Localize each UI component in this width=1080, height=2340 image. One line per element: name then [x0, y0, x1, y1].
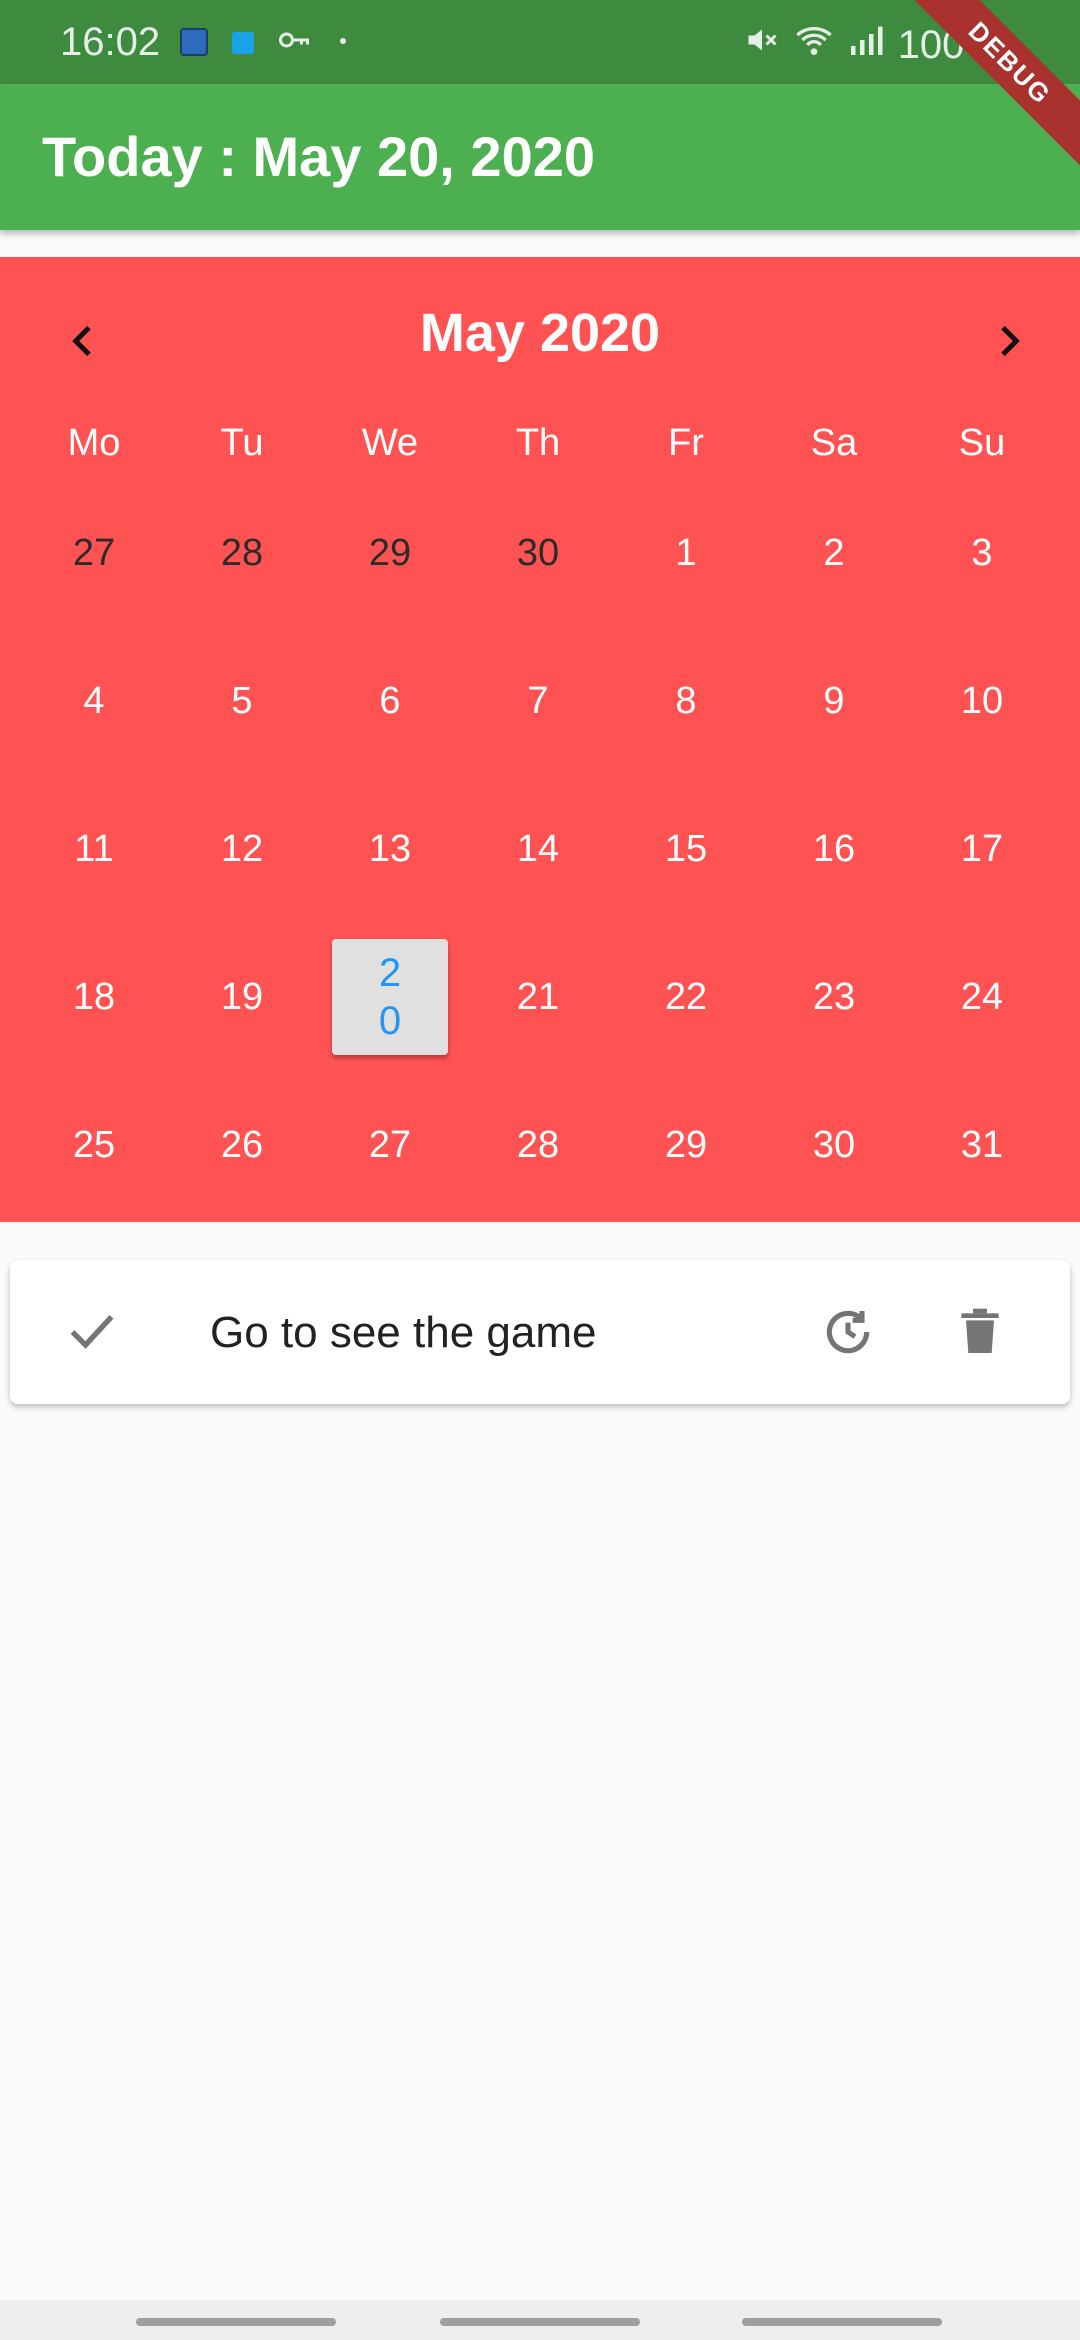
delete-task-button[interactable] — [952, 1304, 1008, 1365]
calendar-day[interactable]: 15 — [612, 775, 760, 923]
calendar-day[interactable]: 2 — [760, 479, 908, 627]
calendar-day[interactable]: 29 — [612, 1071, 760, 1219]
status-bar: 16:02 100% DEBUG — [0, 0, 1080, 172]
calendar-day[interactable]: 7 — [464, 627, 612, 775]
selected-day[interactable]: 20 — [332, 939, 448, 1055]
status-time: 16:02 — [60, 20, 161, 64]
dot-icon — [340, 38, 346, 44]
chevron-right-icon — [1001, 325, 1020, 357]
store-icon — [232, 32, 254, 54]
calendar-day[interactable]: 18 — [20, 923, 168, 1071]
calendar-day[interactable]: 6 — [316, 627, 464, 775]
calendar-day[interactable]: 27 — [20, 479, 168, 627]
calendar-day[interactable]: 16 — [760, 775, 908, 923]
calendar-header: May 2020 — [0, 257, 1080, 407]
calendar-day[interactable]: 21 — [464, 923, 612, 1071]
next-month-button[interactable] — [976, 309, 1040, 373]
calendar-day[interactable]: 8 — [612, 627, 760, 775]
calendar-day[interactable]: 31 — [908, 1071, 1056, 1219]
calendar-day[interactable]: 9 — [760, 627, 908, 775]
nav-handle[interactable] — [136, 2318, 336, 2326]
calendar-day[interactable]: 12 — [168, 775, 316, 923]
calendar-day[interactable]: 1 — [612, 479, 760, 627]
month-title: May 2020 — [419, 303, 661, 363]
weekday-header: Mo Tu We Th Fr Sa Su — [0, 422, 1080, 465]
calendar-day[interactable]: 29 — [316, 479, 464, 627]
weekday-label: Sa — [810, 422, 858, 464]
calendar-day[interactable]: 3 — [908, 479, 1056, 627]
calendar-day[interactable]: 17 — [908, 775, 1056, 923]
calendar-day[interactable]: 11 — [20, 775, 168, 923]
wifi-icon — [794, 20, 834, 70]
calendar-day[interactable]: 30 — [760, 1071, 908, 1219]
calendar-day[interactable]: 14 — [464, 775, 612, 923]
nav-handle[interactable] — [742, 2318, 942, 2326]
system-navigation-bar — [0, 2300, 1080, 2340]
task-label: Go to see the game — [210, 1308, 597, 1357]
complete-task-button[interactable] — [66, 1306, 118, 1363]
task-card: Go to see the game — [10, 1260, 1070, 1404]
calendar-day[interactable]: 28 — [168, 479, 316, 627]
calendar-day[interactable]: 26 — [168, 1071, 316, 1219]
calendar-day[interactable]: 22 — [612, 923, 760, 1071]
calendar-day[interactable]: 27 — [316, 1071, 464, 1219]
nav-handle[interactable] — [440, 2318, 640, 2326]
reschedule-task-button[interactable] — [820, 1304, 876, 1365]
calendar-day[interactable]: 28 — [464, 1071, 612, 1219]
history-clock-icon — [826, 1310, 870, 1354]
calendar-grid: 27 28 29 30 1 2 3 4 5 6 7 8 9 10 11 12 1… — [20, 479, 1060, 1219]
calendar-day[interactable]: 25 — [20, 1071, 168, 1219]
calendar-day[interactable]: 4 — [20, 627, 168, 775]
calendar-day[interactable]: 30 — [464, 479, 612, 627]
calendar-day[interactable]: 24 — [908, 923, 1056, 1071]
page-title: Today : May 20, 2020 — [42, 125, 595, 188]
calendar-day[interactable]: 10 — [908, 627, 1056, 775]
calendar-day[interactable]: 19 — [168, 923, 316, 1071]
weekday-label: Mo — [67, 422, 121, 464]
key-icon — [276, 22, 312, 68]
weekday-label: Fr — [668, 422, 704, 464]
trash-icon — [961, 1308, 999, 1353]
weekday-label: Tu — [220, 422, 264, 464]
calendar-day[interactable]: 5 — [168, 627, 316, 775]
weekday-label: We — [361, 422, 419, 464]
calendar-day[interactable]: 23 — [760, 923, 908, 1071]
weekday-label: Su — [958, 422, 1006, 464]
signal-icon — [848, 20, 884, 70]
weekday-label: Th — [515, 422, 561, 464]
check-icon — [70, 1314, 114, 1349]
notes-icon — [180, 28, 208, 56]
app-bar: Today : May 20, 2020 — [0, 84, 1080, 230]
calendar: May 2020 Mo Tu We Th Fr Sa Su 27 28 29 3… — [0, 257, 1080, 1222]
calendar-day[interactable]: 13 — [316, 775, 464, 923]
mute-icon — [744, 20, 780, 70]
